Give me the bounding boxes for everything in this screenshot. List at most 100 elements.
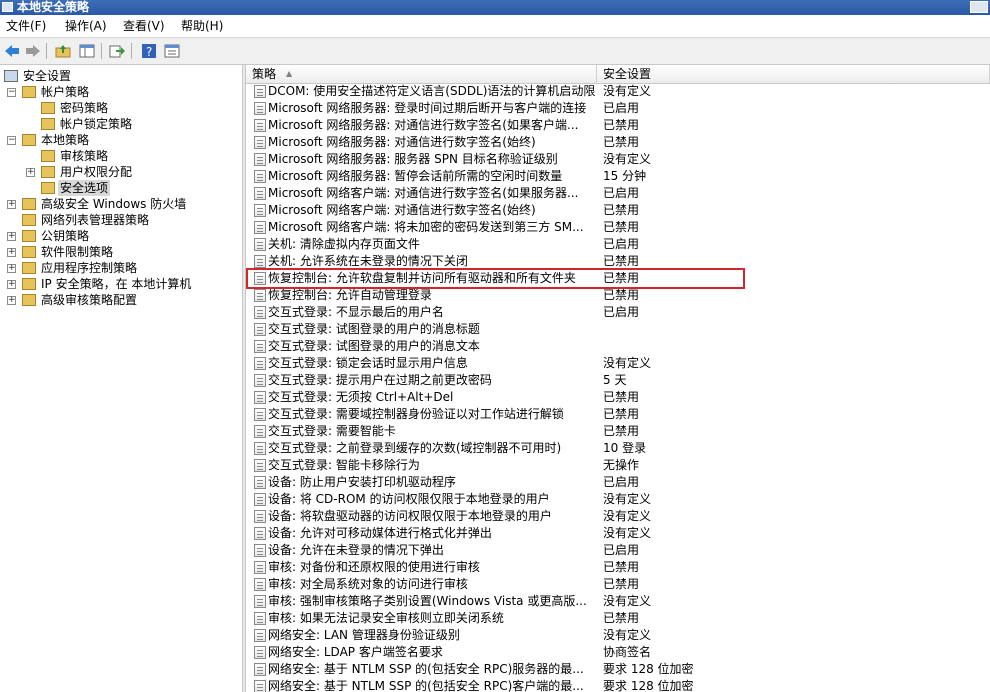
table-row[interactable]: 网络安全: LDAP 客户端签名要求 协商签名 [246,644,990,661]
table-row[interactable]: 交互式登录: 锁定会话时显示用户信息 没有定义 [246,355,990,372]
table-row[interactable]: 交互式登录: 智能卡移除行为 无操作 [246,457,990,474]
policy-name: 交互式登录: 之前登录到缓存的次数(域控制器不可用时) [268,441,562,455]
tree-node[interactable]: − 帐户策略 [0,84,242,100]
policy-icon [254,187,266,200]
tree-node[interactable]: 安全选项 [0,180,242,196]
table-row[interactable]: Microsoft 网络服务器: 服务器 SPN 目标名称验证级别 没有定义 [246,151,990,168]
tree-node[interactable]: 网络列表管理器策略 [0,212,242,228]
table-row[interactable]: 网络安全: 基于 NTLM SSP 的(包括安全 RPC)客户端的最... 要求 … [246,678,990,692]
help-icon[interactable]: ? [140,42,158,60]
tree-label: 高级安全 Windows 防火墙 [41,197,187,211]
policy-setting: 已禁用 [603,118,640,132]
expand-icon[interactable]: + [26,168,35,177]
toolbar: ? [0,38,990,65]
expand-icon[interactable]: + [7,200,16,209]
tree-node[interactable]: + 软件限制策略 [0,244,242,260]
tree-label: 本地策略 [41,133,90,147]
table-row[interactable]: Microsoft 网络服务器: 对通信进行数字签名(始终) 已禁用 [246,134,990,151]
table-row[interactable]: 设备: 防止用户安装打印机驱动程序 已启用 [246,474,990,491]
tree-node[interactable]: − 本地策略 [0,132,242,148]
table-row[interactable]: 恢复控制台: 允许软盘复制并访问所有驱动器和所有文件夹 已禁用 [246,270,990,287]
properties-icon[interactable] [163,42,181,60]
table-row[interactable]: 网络安全: LAN 管理器身份验证级别 没有定义 [246,627,990,644]
tree-label: 安全选项 [58,180,111,196]
policy-name: 审核: 如果无法记录安全审核则立即关闭系统 [268,611,504,625]
tree-node[interactable]: + 高级审核策略配置 [0,292,242,308]
minimize-button[interactable] [970,1,988,13]
table-row[interactable]: DCOM: 使用安全描述符定义语言(SDDL)语法的计算机启动限制 没有定义 [246,83,990,100]
table-row[interactable]: 网络安全: 基于 NTLM SSP 的(包括安全 RPC)服务器的最... 要求 … [246,661,990,678]
policy-name: 审核: 强制审核策略子类别设置(Windows Vista 或更高版... [268,594,587,608]
table-row[interactable]: 审核: 对备份和还原权限的使用进行审核 已禁用 [246,559,990,576]
policy-icon [254,323,266,336]
policy-name: 交互式登录: 需要智能卡 [268,424,396,438]
tree-node[interactable]: 密码策略 [0,100,242,116]
table-row[interactable]: 关机: 清除虚拟内存页面文件 已启用 [246,236,990,253]
menu-view[interactable]: 查看(V) [123,18,165,34]
table-row[interactable]: Microsoft 网络客户端: 将未加密的密码发送到第三方 SM... 已禁用 [246,219,990,236]
back-icon[interactable] [3,42,21,60]
tree-label: IP 安全策略，在 本地计算机 [41,277,192,291]
expand-icon[interactable]: + [7,264,16,273]
column-header-policy[interactable]: 策略 ▲ [246,65,597,83]
policy-name: 交互式登录: 不显示最后的用户名 [268,305,444,319]
column-header-policy-label: 策略 [252,67,277,81]
policy-setting: 已启用 [603,186,640,200]
expand-icon[interactable]: + [7,232,16,241]
table-row[interactable]: Microsoft 网络服务器: 暂停会话前所需的空闲时间数量 15 分钟 [246,168,990,185]
table-row[interactable]: 交互式登录: 提示用户在过期之前更改密码 5 天 [246,372,990,389]
policy-icon [254,289,266,302]
table-row[interactable]: 交互式登录: 试图登录的用户的消息文本 [246,338,990,355]
policy-name: 审核: 对备份和还原权限的使用进行审核 [268,560,480,574]
expand-icon[interactable]: + [7,296,16,305]
expand-icon[interactable]: + [7,248,16,257]
menu-file[interactable]: 文件(F) [6,18,46,34]
policy-icon [254,510,266,523]
tree-node[interactable]: + 应用程序控制策略 [0,260,242,276]
show-hide-tree-icon[interactable] [78,42,96,60]
tree-node[interactable]: + 用户权限分配 [0,164,242,180]
up-folder-icon[interactable] [54,42,72,60]
tree-node-security-settings[interactable]: 安全设置 [4,68,240,84]
collapse-icon[interactable]: − [7,88,16,97]
table-row[interactable]: 设备: 允许在未登录的情况下弹出 已启用 [246,542,990,559]
policy-setting: 已启用 [603,543,640,557]
table-row[interactable]: Microsoft 网络客户端: 对通信进行数字签名(如果服务器... 已启用 [246,185,990,202]
folder-icon [22,278,36,290]
tree-node[interactable]: + 公钥策略 [0,228,242,244]
expand-icon[interactable]: + [7,280,16,289]
forward-icon[interactable] [24,42,42,60]
tree-node[interactable]: 审核策略 [0,148,242,164]
policy-name: 交互式登录: 锁定会话时显示用户信息 [268,356,468,370]
export-list-icon[interactable] [108,42,126,60]
table-row[interactable]: 交互式登录: 不显示最后的用户名 已启用 [246,304,990,321]
policy-name: Microsoft 网络服务器: 登录时间过期后断开与客户端的连接 [268,101,587,115]
table-row[interactable]: 交互式登录: 需要智能卡 已禁用 [246,423,990,440]
menu-action[interactable]: 操作(A) [65,18,107,34]
table-row[interactable]: 审核: 强制审核策略子类别设置(Windows Vista 或更高版... 没有定… [246,593,990,610]
collapse-icon[interactable]: − [7,136,16,145]
table-row[interactable]: 恢复控制台: 允许自动管理登录 已禁用 [246,287,990,304]
table-row[interactable]: Microsoft 网络服务器: 登录时间过期后断开与客户端的连接 已启用 [246,100,990,117]
policy-name: 交互式登录: 试图登录的用户的消息文本 [268,339,480,353]
tree-node[interactable]: 帐户锁定策略 [0,116,242,132]
policy-setting: 要求 128 位加密 [603,662,694,676]
tree-node[interactable]: + IP 安全策略，在 本地计算机 [0,276,242,292]
table-row[interactable]: 交互式登录: 无须按 Ctrl+Alt+Del 已禁用 [246,389,990,406]
table-row[interactable]: 审核: 对全局系统对象的访问进行审核 已禁用 [246,576,990,593]
table-row[interactable]: 交互式登录: 试图登录的用户的消息标题 [246,321,990,338]
table-row[interactable]: 设备: 将软盘驱动器的访问权限仅限于本地登录的用户 没有定义 [246,508,990,525]
table-row[interactable]: 关机: 允许系统在未登录的情况下关闭 已禁用 [246,253,990,270]
tree-node[interactable]: + 高级安全 Windows 防火墙 [0,196,242,212]
table-row[interactable]: 设备: 允许对可移动媒体进行格式化并弹出 没有定义 [246,525,990,542]
policy-setting: 已禁用 [603,390,640,404]
table-row[interactable]: 设备: 将 CD-ROM 的访问权限仅限于本地登录的用户 没有定义 [246,491,990,508]
table-row[interactable]: Microsoft 网络服务器: 对通信进行数字签名(如果客户端... 已禁用 [246,117,990,134]
menu-help[interactable]: 帮助(H) [181,18,223,34]
table-row[interactable]: 审核: 如果无法记录安全审核则立即关闭系统 已禁用 [246,610,990,627]
table-row[interactable]: 交互式登录: 之前登录到缓存的次数(域控制器不可用时) 10 登录 [246,440,990,457]
policy-name: 关机: 允许系统在未登录的情况下关闭 [268,254,468,268]
table-row[interactable]: Microsoft 网络客户端: 对通信进行数字签名(始终) 已禁用 [246,202,990,219]
table-row[interactable]: 交互式登录: 需要域控制器身份验证以对工作站进行解锁 已禁用 [246,406,990,423]
column-header-setting[interactable]: 安全设置 [597,65,990,83]
